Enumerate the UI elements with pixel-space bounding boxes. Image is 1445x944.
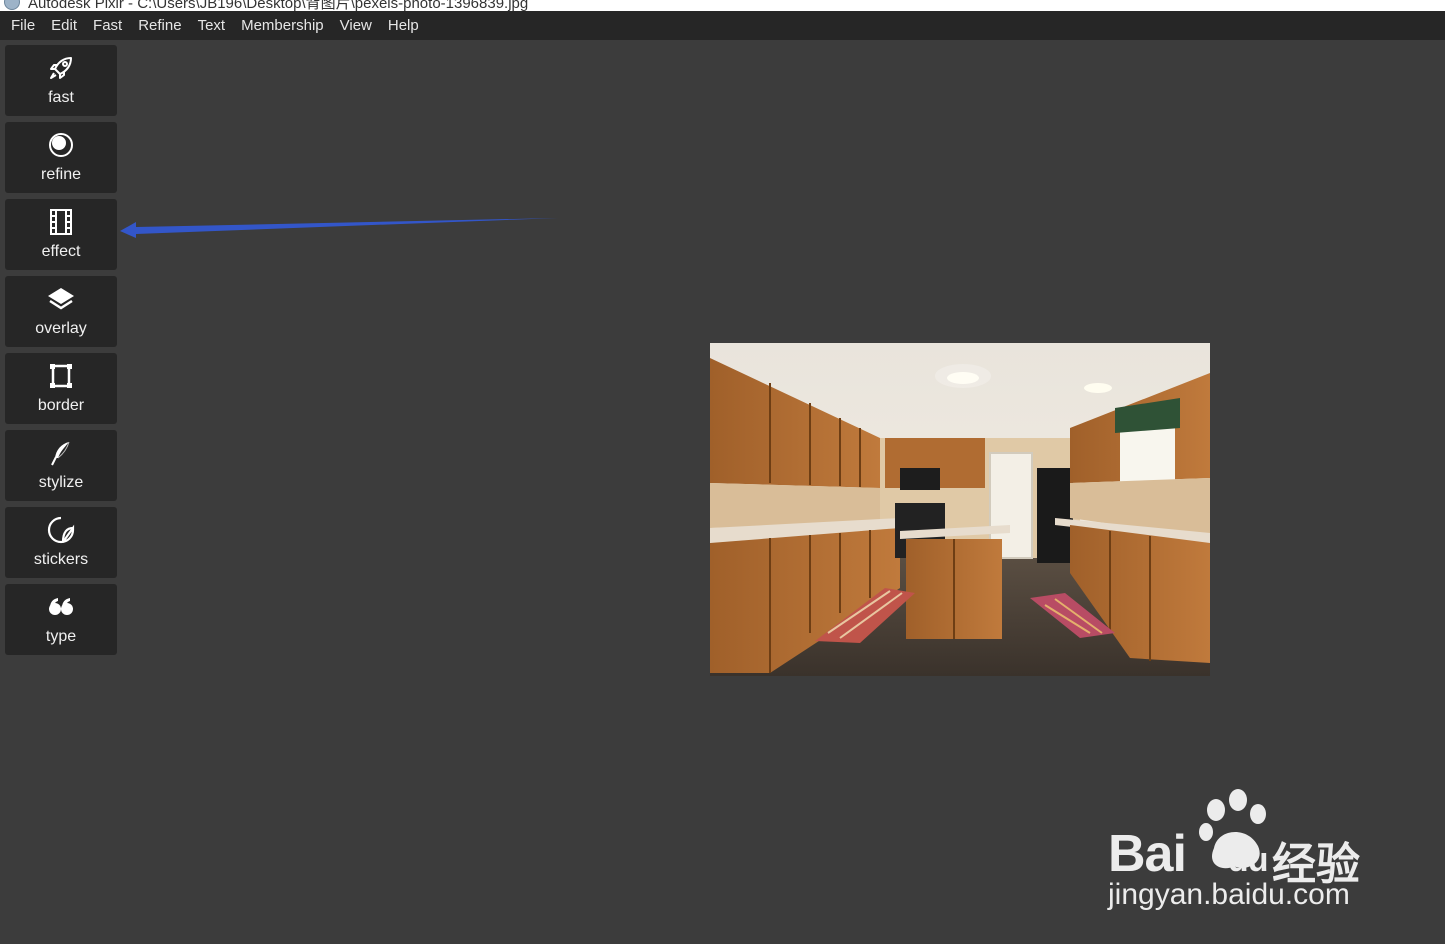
baidu-watermark: Bai du 经验 jingyan.baidu.com: [1100, 780, 1380, 920]
window-title: Autodesk Pixlr - C:\Users\JB196\Desktop\…: [28, 0, 529, 11]
tool-border-label: border: [37, 397, 85, 414]
kitchen-photo: [710, 343, 1210, 676]
tool-type-label: type: [45, 628, 77, 645]
frame-icon: [46, 361, 76, 391]
sticker-icon: [46, 515, 76, 545]
menu-edit[interactable]: Edit: [43, 11, 85, 40]
tool-stickers[interactable]: stickers: [5, 507, 117, 578]
menu-view[interactable]: View: [332, 11, 380, 40]
tool-border[interactable]: border: [5, 353, 117, 424]
menu-bar: File Edit Fast Refine Text Membership Vi…: [0, 11, 1445, 40]
tool-type[interactable]: type: [5, 584, 117, 655]
tool-refine-label: refine: [40, 166, 82, 183]
feather-icon: [46, 438, 76, 468]
app-icon: [4, 0, 20, 10]
tool-effect-label: effect: [41, 243, 81, 260]
refine-icon: [46, 130, 76, 160]
tool-refine[interactable]: refine: [5, 122, 117, 193]
annotation-arrow: [120, 218, 558, 238]
canvas-photo[interactable]: [710, 343, 1210, 676]
watermark-logo-bai: Bai: [1108, 825, 1187, 883]
menu-membership[interactable]: Membership: [233, 11, 332, 40]
tool-fast[interactable]: fast: [5, 45, 117, 116]
tool-stylize[interactable]: stylize: [5, 430, 117, 501]
tool-overlay[interactable]: overlay: [5, 276, 117, 347]
tool-fast-label: fast: [48, 89, 74, 106]
rocket-icon: [46, 53, 76, 83]
menu-file[interactable]: File: [0, 11, 43, 40]
tool-stickers-label: stickers: [33, 551, 89, 568]
tool-overlay-label: overlay: [35, 320, 87, 337]
menu-text[interactable]: Text: [190, 11, 234, 40]
watermark-url: jingyan.baidu.com: [1108, 878, 1350, 911]
quote-icon: [46, 592, 76, 622]
layers-icon: [46, 284, 76, 314]
menu-help[interactable]: Help: [380, 11, 427, 40]
tool-panel: fast refine effect overlay border styliz…: [5, 45, 117, 661]
title-bar: Autodesk Pixlr - C:\Users\JB196\Desktop\…: [0, 0, 1445, 11]
watermark-logo: Bai du: [1108, 824, 1269, 884]
menu-refine[interactable]: Refine: [130, 11, 189, 40]
tool-effect[interactable]: effect: [5, 199, 117, 270]
menu-fast[interactable]: Fast: [85, 11, 130, 40]
watermark-logo-du: du: [1227, 841, 1269, 879]
tool-stylize-label: stylize: [38, 474, 84, 491]
film-icon: [46, 207, 76, 237]
